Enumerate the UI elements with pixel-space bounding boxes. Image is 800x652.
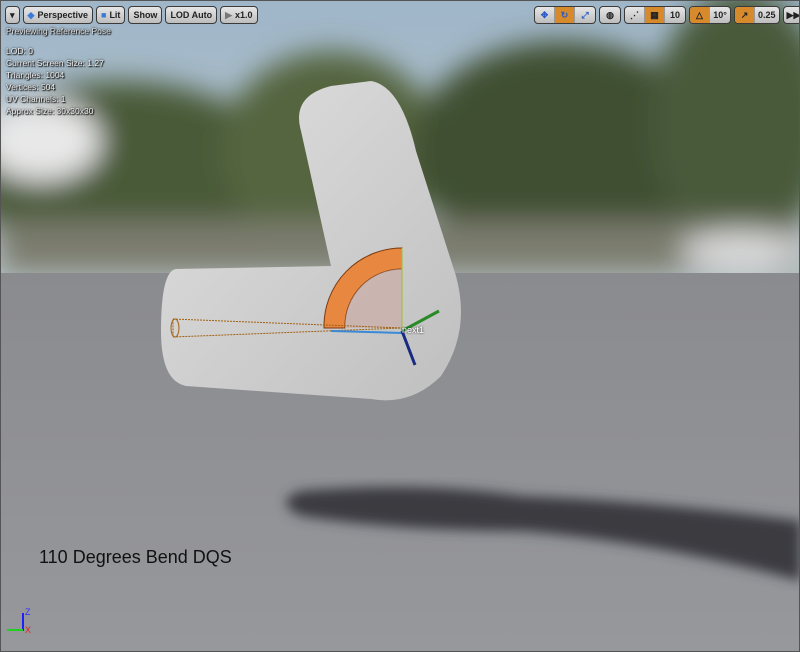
lod-button[interactable]: LOD Auto xyxy=(165,6,218,24)
chevron-down-icon: ▾ xyxy=(10,9,15,20)
axis-x-label: X xyxy=(25,625,32,635)
bone-label[interactable]: next1 xyxy=(402,325,424,335)
camera-speed-group[interactable]: ▶▶ 4 xyxy=(782,6,800,24)
rotation-snap-group: △ 10° xyxy=(689,6,731,24)
toolbar-left: ▾ ◆ Perspective ■ Lit Show LOD Auto ▶ x1.0 xyxy=(5,6,258,24)
caption: 110 Degrees Bend DQS xyxy=(39,547,232,567)
translate-icon[interactable]: ✥ xyxy=(535,7,555,23)
angle-icon[interactable]: △ xyxy=(690,7,710,23)
stat-triangles: Triangles: 1004 xyxy=(6,70,65,80)
stat-approx-size: Approx Size: 30x30x30 xyxy=(6,106,94,116)
rotate-icon[interactable]: ↻ xyxy=(555,7,575,23)
show-label: Show xyxy=(133,10,158,20)
play-icon: ▶ xyxy=(225,9,233,20)
playback-speed-button[interactable]: ▶ x1.0 xyxy=(220,6,258,24)
grid-icon[interactable]: ▦ xyxy=(645,7,665,23)
axis-z-label: Z xyxy=(25,607,31,617)
scale-snap-value[interactable]: 0.25 xyxy=(755,7,779,23)
cube-icon: ■ xyxy=(101,10,107,20)
globe-icon: ◍ xyxy=(606,9,614,20)
surface-snap-icon[interactable]: ⋰ xyxy=(625,7,645,23)
perspective-label: Perspective xyxy=(37,10,88,20)
lit-button[interactable]: ■ Lit xyxy=(96,6,126,24)
perspective-button[interactable]: ◆ Perspective xyxy=(22,6,93,24)
status-text: Previewing Reference Pose xyxy=(6,26,111,36)
lit-label: Lit xyxy=(109,10,121,20)
camera-speed-icon: ▶▶ xyxy=(786,9,800,20)
camera-icon: ◆ xyxy=(27,9,35,20)
lod-label: LOD Auto xyxy=(170,10,213,20)
stat-uv-channels: UV Channels: 1 xyxy=(6,94,66,104)
viewport-menu-button[interactable]: ▾ xyxy=(5,6,20,24)
toolbar-right: ✥ ↻ ⤢ ◍ ⋰ ▦ 10 △ 10° ↗ 0.25 ▶▶ 4 xyxy=(534,6,800,24)
rotation-snap-value[interactable]: 10° xyxy=(710,7,730,23)
transform-group: ✥ ↻ ⤢ xyxy=(534,6,596,24)
speed-label: x1.0 xyxy=(235,10,253,20)
grid-snap-value[interactable]: 10 xyxy=(665,7,685,23)
viewport[interactable]: Z X ▾ ◆ Perspective ■ Lit Show LOD Auto ▶ x… xyxy=(0,0,800,652)
stat-screen-size: Current Screen Size: 1.27 xyxy=(6,58,104,68)
scale-icon[interactable]: ⤢ xyxy=(575,7,595,23)
scale-arrow-icon[interactable]: ↗ xyxy=(735,7,755,23)
scale-snap-group: ↗ 0.25 xyxy=(734,6,780,24)
show-button[interactable]: Show xyxy=(128,6,163,24)
stat-lod: LOD: 0 xyxy=(6,46,33,56)
grid-snap-group: ⋰ ▦ 10 xyxy=(624,6,686,24)
world-local-button[interactable]: ◍ xyxy=(599,6,621,24)
stat-vertices: Vertices: 504 xyxy=(6,82,56,92)
